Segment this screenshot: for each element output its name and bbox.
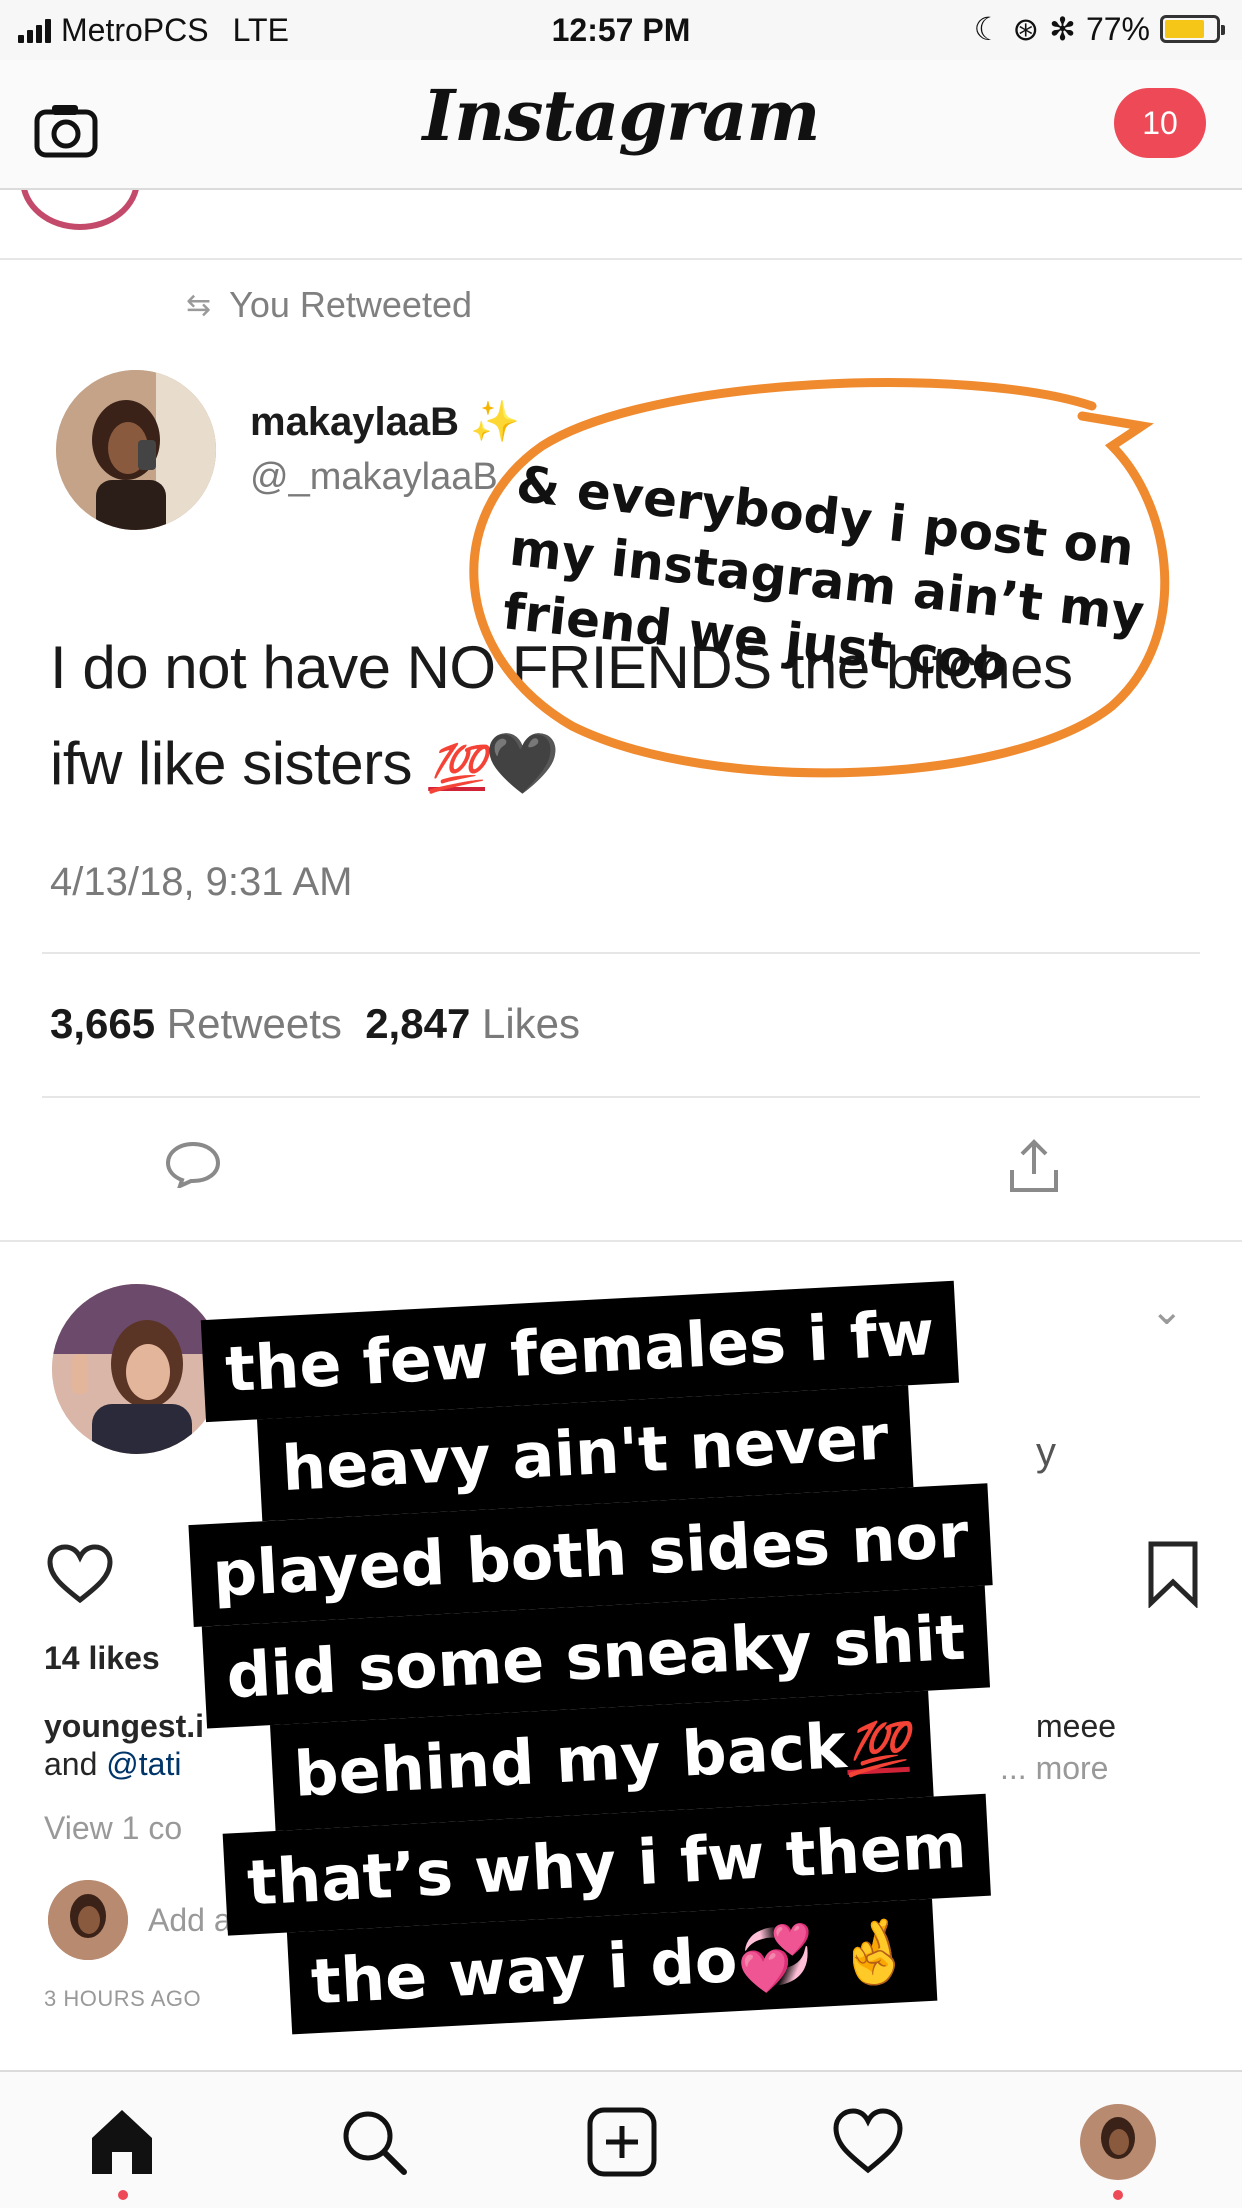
- cropped-post-strip: [0, 190, 1242, 260]
- story-ring: [20, 190, 140, 230]
- tweet-stats: 3,665 Retweets 2,847 Likes: [50, 1000, 580, 1048]
- battery-percent: 77%: [1085, 10, 1150, 47]
- rotation-lock-icon: ⊛: [1012, 11, 1040, 47]
- retweet-icon: ⇆: [186, 288, 212, 322]
- story-text-overlay: the few females i fw heavy ain't never p…: [128, 1277, 1064, 2041]
- moon-icon: ☾: [973, 11, 1003, 47]
- new-post-icon[interactable]: [584, 2104, 660, 2180]
- display-name-text: makaylaaB: [250, 400, 460, 444]
- hundred-emoji: 💯: [844, 1717, 911, 1779]
- retweeted-indicator: ⇆ You Retweeted: [186, 284, 472, 326]
- overlay-line: the way i do: [309, 1923, 740, 2019]
- instagram-logo: Instagram: [422, 74, 821, 157]
- retweets-count: 3,665: [50, 1000, 156, 1047]
- battery-fill: [1165, 20, 1204, 38]
- retweets-label: Retweets: [166, 1000, 342, 1047]
- share-icon: [1010, 1139, 1058, 1192]
- tweet-text-line2: ifw like sisters: [50, 730, 413, 797]
- revolving-hearts-emoji: 💞: [735, 1919, 817, 1996]
- divider: [42, 952, 1200, 954]
- profile-avatar-icon[interactable]: [1080, 2104, 1156, 2180]
- overlay-line: behind my back: [292, 1709, 849, 1811]
- comment-avatar: [48, 1880, 128, 1960]
- like-heart-icon[interactable]: [44, 1542, 116, 1606]
- post-likes[interactable]: 14 likes: [44, 1640, 160, 1677]
- home-icon[interactable]: [84, 2104, 160, 2180]
- divider: [42, 1096, 1200, 1098]
- bottom-tab-bar: [0, 2070, 1242, 2208]
- tweet-date: 4/13/18, 9:31 AM: [50, 860, 353, 904]
- bluetooth-icon: ✻: [1049, 11, 1076, 47]
- bookmark-icon[interactable]: [1146, 1540, 1200, 1608]
- instagram-header: Instagram 10: [0, 60, 1242, 190]
- crossed-fingers-emoji: 🤞: [833, 1913, 915, 1991]
- direct-messages-badge[interactable]: 10: [1114, 88, 1206, 158]
- search-icon[interactable]: [336, 2104, 412, 2180]
- divider: [0, 1240, 1242, 1242]
- retweeted-label: You Retweeted: [229, 284, 472, 325]
- tweet-avatar: [56, 370, 216, 530]
- likes-count: 2,847: [365, 1000, 471, 1047]
- battery-icon: [1160, 15, 1225, 43]
- chevron-down-icon[interactable]: ⌄: [1150, 1288, 1184, 1334]
- status-bar: MetroPCS LTE 12:57 PM ☾ ⊛ ✻ 77%: [0, 0, 1242, 60]
- post-partial-text: y: [1036, 1430, 1056, 1474]
- status-right: ☾ ⊛ ✻ 77%: [973, 10, 1225, 48]
- activity-heart-icon[interactable]: [830, 2104, 906, 2180]
- likes-label: Likes: [481, 1000, 581, 1047]
- story-content: ⇆ You Retweeted makaylaaB ✨ @_makaylaaB …: [0, 190, 1242, 2070]
- caption-and: and: [44, 1746, 98, 1782]
- profile-notification-dot: [1113, 2190, 1123, 2200]
- reply-icon: [165, 1141, 221, 1188]
- home-active-dot: [118, 2190, 128, 2200]
